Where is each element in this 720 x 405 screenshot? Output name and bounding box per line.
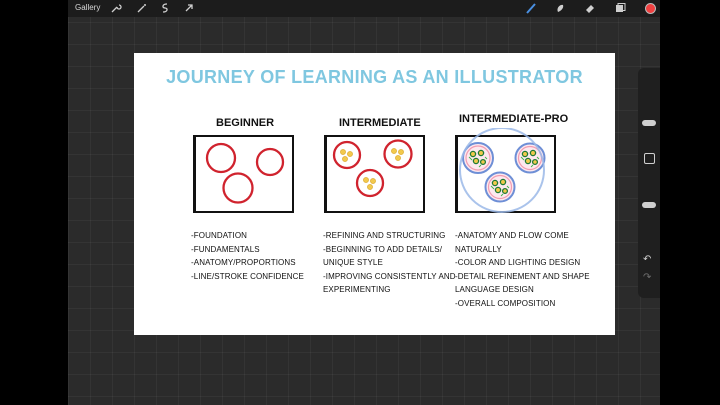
canvas-title: JOURNEY OF LEARNING AS AN ILLUSTRATOR [166, 67, 583, 87]
note-line: -ANATOMY/PROPORTIONS [191, 258, 296, 267]
top-toolbar: Gallery [68, 0, 660, 17]
magic-wand-icon[interactable] [136, 2, 148, 14]
gallery-button[interactable]: Gallery [75, 3, 100, 12]
color-picker-button[interactable] [645, 3, 656, 14]
note-line: -BEGINNING TO ADD DETAILS/ [323, 244, 443, 254]
layers-icon[interactable] [614, 2, 626, 14]
heading-beginner: BEGINNER [216, 117, 275, 129]
heading-intermediate-pro: INTERMEDIATE-PRO [459, 113, 569, 125]
brush-size-slider[interactable] [642, 120, 656, 126]
drawing-canvas[interactable]: JOURNEY OF LEARNING AS AN ILLUSTRATOR BE… [134, 53, 615, 335]
note-line: -IMPROVING CONSISTENTLY AND [323, 271, 456, 281]
note-line: -DETAIL REFINEMENT AND SHAPE [455, 271, 590, 281]
intermediate-notes: -REFINING AND STRUCTURING -BEGINNING TO … [323, 229, 456, 297]
modify-square-icon[interactable] [644, 153, 655, 164]
beginner-notes: -FOUNDATION -FUNDAMENTALS -ANATOMY/PROPO… [191, 229, 304, 283]
wrench-icon[interactable] [110, 2, 122, 14]
transform-arrow-icon[interactable] [183, 2, 195, 14]
selection-ring-icon [459, 128, 545, 213]
note-line: -FOUNDATION [191, 231, 248, 240]
undo-icon[interactable]: ↶ [643, 254, 651, 265]
note-line: -LINE/STROKE CONFIDENCE [191, 271, 304, 281]
note-line: EXPERIMENTING [323, 285, 391, 294]
note-line: -REFINING AND STRUCTURING [323, 231, 446, 240]
redo-icon[interactable]: ↷ [643, 272, 651, 283]
eraser-icon[interactable] [584, 2, 596, 14]
selection-icon[interactable] [159, 2, 171, 14]
note-line: -ANATOMY AND FLOW COME [455, 231, 569, 240]
brush-icon[interactable] [525, 2, 537, 14]
note-line: LANGUAGE DESIGN [455, 285, 534, 294]
note-line: NATURALLY [455, 244, 502, 254]
note-line: UNIQUE STYLE [323, 258, 383, 267]
note-line: -COLOR AND LIGHTING DESIGN [455, 258, 581, 267]
note-line: -OVERALL COMPOSITION [455, 298, 556, 308]
side-panel: ↶ ↷ [638, 68, 660, 298]
smudge-icon[interactable] [554, 2, 566, 14]
opacity-slider[interactable] [642, 202, 656, 208]
beginner-box [193, 135, 294, 213]
intermediate-pro-notes: -ANATOMY AND FLOW COME NATURALLY -COLOR … [455, 229, 590, 310]
note-line: -FUNDAMENTALS [191, 244, 260, 254]
heading-intermediate: INTERMEDIATE [339, 117, 421, 129]
intermediate-box [324, 135, 425, 213]
